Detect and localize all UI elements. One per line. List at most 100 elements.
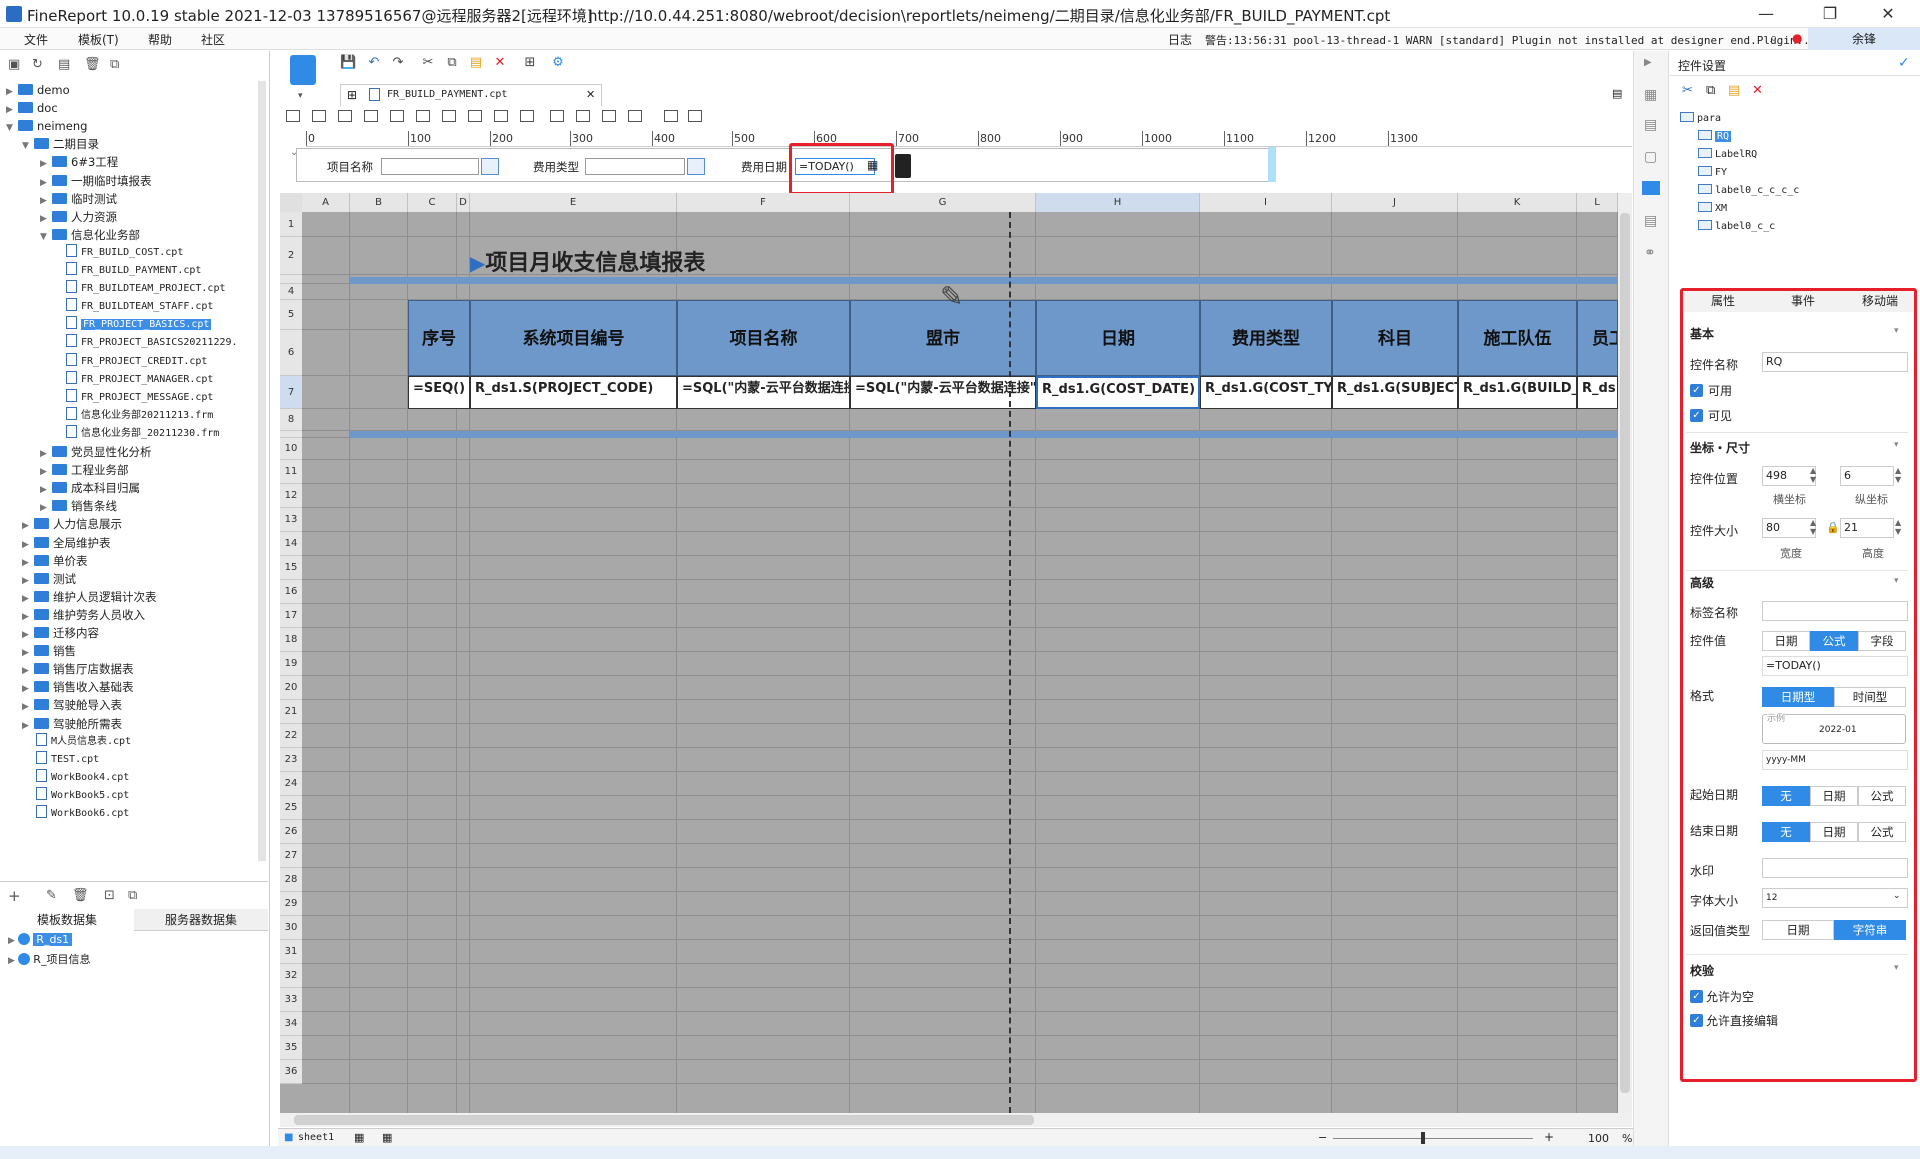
template-dropdown-icon[interactable]: ▾ bbox=[298, 91, 303, 101]
tree-file[interactable]: FR_BUILD_COST.cpt bbox=[66, 243, 183, 262]
copy-dataset-icon[interactable]: ⧉ bbox=[128, 888, 144, 903]
tree-arrow-icon[interactable]: ▼ bbox=[22, 137, 34, 155]
cut-icon[interactable]: ✂ bbox=[1682, 83, 1693, 98]
paste-icon[interactable]: ▤ bbox=[468, 55, 484, 71]
cell-attr-icon[interactable]: ▦ bbox=[1644, 87, 1657, 103]
report-title[interactable]: ▶项目月收支信息填报表 bbox=[470, 245, 705, 277]
param-resize-handle[interactable] bbox=[1268, 147, 1276, 182]
table-header-cell[interactable]: 科目 bbox=[1332, 300, 1458, 376]
row-header-cell[interactable]: 12 bbox=[280, 484, 302, 508]
redo-icon[interactable]: ↷ bbox=[390, 55, 406, 71]
zoom-in-icon[interactable]: + bbox=[1544, 1130, 1554, 1144]
user-name[interactable]: 余锋 bbox=[1808, 28, 1920, 50]
report-grid[interactable]: ABCDEFGHIJKL 1 2 4 5 6 7 8 10 11 12 13 14 15 16 17 18 19… bbox=[280, 193, 1618, 1113]
row-header-cell[interactable]: 32 bbox=[280, 964, 302, 988]
tree-folder[interactable]: ▶ 测试 bbox=[22, 570, 76, 588]
preview-icon[interactable]: ⊡ bbox=[104, 888, 120, 903]
widget-settings-icon[interactable]: ▢ bbox=[1644, 149, 1657, 165]
copy-icon[interactable]: ⧉ bbox=[1706, 83, 1715, 98]
row-header-cell[interactable]: 28 bbox=[280, 868, 302, 892]
tree-file[interactable]: 信息化业务部20211213.frm bbox=[66, 406, 213, 425]
tree-file[interactable]: M人员信息表.cpt bbox=[36, 732, 131, 751]
table-data-cell[interactable]: R_ds1.G(BUILD_TEAM_CODE) bbox=[1458, 376, 1577, 409]
horizontal-scrollbar[interactable] bbox=[280, 1113, 1632, 1127]
undo-icon[interactable]: ↶ bbox=[366, 55, 382, 71]
sheet-tab[interactable]: sheet1 bbox=[298, 1132, 334, 1143]
add-form-sheet-icon[interactable]: ▦ bbox=[382, 1131, 392, 1144]
row-header-cell[interactable]: 2 bbox=[280, 237, 302, 275]
more-widget-icon[interactable] bbox=[688, 110, 702, 122]
table-data-cell[interactable]: =SQL("内蒙-云平台数据连接","SELECT bbox=[677, 376, 850, 409]
column-header-cell[interactable]: D bbox=[457, 193, 470, 212]
column-header-cell[interactable]: B bbox=[350, 193, 408, 212]
tree-widget-icon[interactable] bbox=[468, 110, 482, 122]
expand-arrow-icon[interactable]: ▶ bbox=[1644, 57, 1652, 68]
tree-file[interactable]: FR_BUILD_PAYMENT.cpt bbox=[66, 262, 201, 280]
tree-folder[interactable]: ▶ 销售收入基础表 bbox=[22, 678, 134, 696]
column-header-cell[interactable]: I bbox=[1200, 193, 1332, 212]
combo-widget-icon[interactable] bbox=[364, 110, 378, 122]
tree-folder[interactable]: ▶ 人力资源 bbox=[40, 208, 117, 226]
control-settings-icon[interactable] bbox=[1642, 181, 1660, 195]
minimize-button[interactable]: — bbox=[1744, 2, 1788, 26]
column-header-cell[interactable]: L bbox=[1577, 193, 1618, 212]
dataset-item[interactable]: ▶ R_项目信息 bbox=[8, 951, 90, 967]
tree-file[interactable]: FR_PROJECT_BASICS.cpt bbox=[66, 316, 212, 334]
copy-icon[interactable]: ⧉ bbox=[444, 55, 460, 71]
widget-tree-node[interactable]: FY bbox=[1698, 166, 1727, 184]
log-label[interactable]: 日志 bbox=[1168, 31, 1192, 48]
tab-template-dataset[interactable]: 模板数据集 bbox=[0, 909, 134, 931]
column-header-cell[interactable]: C bbox=[408, 193, 457, 212]
project-name-combo[interactable] bbox=[381, 158, 479, 175]
row-header-cell[interactable]: 35 bbox=[280, 1036, 302, 1060]
tree-file[interactable]: 信息化业务部_20211230.frm bbox=[66, 424, 219, 443]
fee-combo-button[interactable] bbox=[687, 158, 705, 175]
fee-type-combo[interactable] bbox=[585, 158, 685, 175]
row-header-cell[interactable]: 14 bbox=[280, 532, 302, 556]
textarea-widget-icon[interactable] bbox=[520, 110, 534, 122]
tree-folder[interactable]: ▶ doc bbox=[6, 99, 58, 117]
column-header-cell[interactable]: F bbox=[677, 193, 850, 212]
table-data-cell[interactable]: R_ds1.G(COST_TYPE) bbox=[1200, 376, 1332, 409]
zoom-out-icon[interactable]: − bbox=[1318, 1131, 1327, 1144]
list-widget-icon[interactable] bbox=[628, 110, 642, 122]
row-header-cell[interactable]: 8 bbox=[280, 409, 302, 431]
row-header-cell[interactable]: 17 bbox=[280, 604, 302, 628]
button-widget-icon[interactable] bbox=[338, 110, 352, 122]
tree-folder[interactable]: ▶ 维护劳务人员收入 bbox=[22, 606, 145, 624]
column-header-cell[interactable]: H bbox=[1036, 193, 1200, 212]
cell-style-icon[interactable]: ▤ bbox=[1644, 117, 1657, 133]
column-header-cell[interactable]: G bbox=[850, 193, 1036, 212]
table-header-cell[interactable]: 项目名称 bbox=[677, 300, 850, 376]
table-header-cell[interactable]: 序号 bbox=[408, 300, 470, 376]
column-header-cell[interactable]: A bbox=[302, 193, 350, 212]
row-header-cell[interactable] bbox=[280, 431, 302, 438]
tree-file[interactable]: WorkBook6.cpt bbox=[36, 805, 129, 823]
tree-file[interactable]: FR_PROJECT_BASICS20211229. bbox=[66, 334, 238, 352]
delete-icon[interactable]: 🗑 bbox=[84, 57, 101, 72]
row-header-cell[interactable]: 33 bbox=[280, 988, 302, 1012]
tree-folder[interactable]: ▶ 销售条线 bbox=[40, 497, 117, 515]
menu-template[interactable]: 模板(T) bbox=[78, 31, 119, 48]
column-header-cell[interactable]: J bbox=[1332, 193, 1458, 212]
tree-folder[interactable]: ▶ 驾驶舱所需表 bbox=[22, 715, 122, 733]
close-button[interactable]: ✕ bbox=[1866, 2, 1910, 26]
tree-folder[interactable]: ▶ 单价表 bbox=[22, 552, 88, 570]
tree-folder[interactable]: ▶ 一期临时填报表 bbox=[40, 172, 152, 190]
tree-folder[interactable]: ▶ 销售厅店数据表 bbox=[22, 660, 134, 678]
refresh-icon[interactable]: ↻ bbox=[32, 57, 48, 72]
checkbox-widget-icon[interactable] bbox=[390, 110, 404, 122]
tree-file[interactable]: FR_BUILDTEAM_STAFF.cpt bbox=[66, 298, 213, 316]
password-widget-icon[interactable] bbox=[550, 110, 564, 122]
row-header-cell[interactable]: 26 bbox=[280, 820, 302, 844]
check-icon[interactable]: ✓ bbox=[1898, 55, 1910, 71]
tree-folder[interactable]: ▶ 驾驶舱导入表 bbox=[22, 696, 122, 714]
tree-arrow-icon[interactable]: ▼ bbox=[6, 119, 18, 137]
tree-folder[interactable]: ▶ 党员显性化分析 bbox=[40, 443, 152, 461]
collapse-icon[interactable]: ⧉ bbox=[110, 57, 126, 72]
row-header-cell[interactable] bbox=[280, 275, 302, 284]
widget-tree-node[interactable]: XM bbox=[1698, 202, 1727, 220]
row-header-cell[interactable]: 24 bbox=[280, 772, 302, 796]
add-dataset-icon[interactable]: + bbox=[8, 887, 24, 905]
tree-folder[interactable]: ▶ 人力信息展示 bbox=[22, 515, 122, 533]
